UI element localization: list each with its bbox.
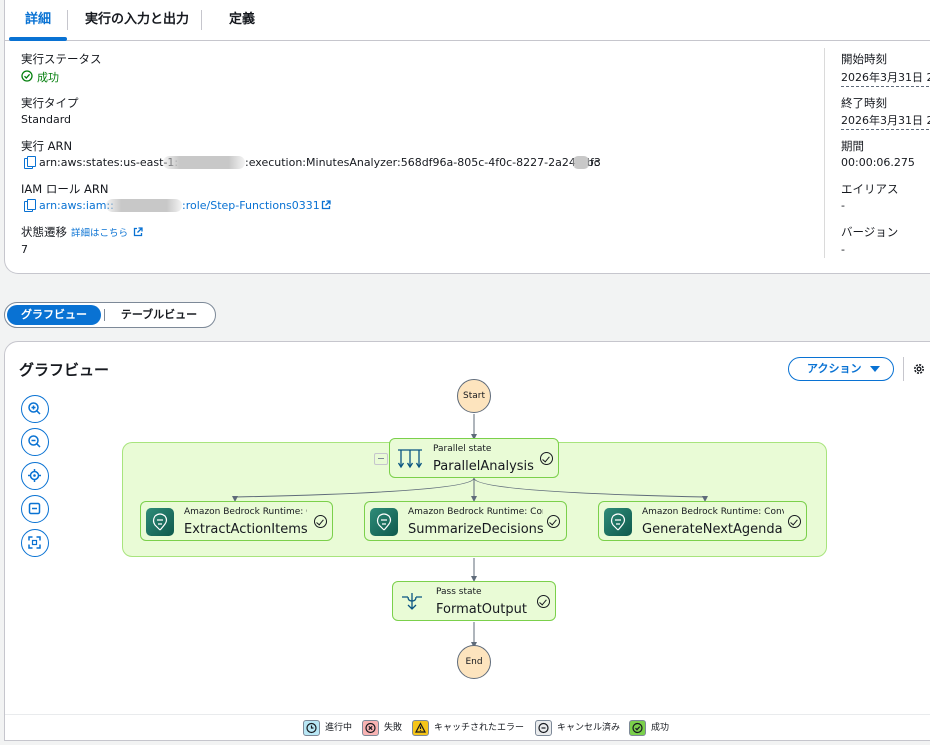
success-check-icon bbox=[788, 515, 801, 528]
transition-label: 状態遷移 bbox=[21, 225, 67, 239]
success-check-icon bbox=[540, 452, 553, 465]
warning-icon bbox=[412, 720, 429, 736]
check-icon bbox=[629, 720, 646, 736]
type-label: 実行タイプ bbox=[21, 96, 79, 110]
arn-prefix: arn:aws:states:us-east-1: bbox=[39, 156, 179, 169]
tab-details[interactable]: 詳細 bbox=[9, 0, 67, 41]
type-value: Standard bbox=[21, 113, 72, 126]
state-name: SummarizeDecisions bbox=[408, 522, 544, 537]
graph-view-toggle[interactable]: グラフビュー bbox=[7, 305, 101, 325]
start-node[interactable]: Start bbox=[457, 379, 491, 413]
pass-state-node[interactable]: Pass state FormatOutput bbox=[392, 581, 556, 621]
workflow-canvas[interactable]: Start Parallel state ParallelAnalysis Am… bbox=[5, 342, 930, 714]
role-arn-link[interactable]: :role/Step-Functions0331 bbox=[182, 199, 320, 212]
copy-icon[interactable] bbox=[24, 199, 36, 212]
graph-panel: グラフビュー アクション Start Parallel state Parall… bbox=[4, 341, 930, 741]
tab-bar: 詳細 実行の入力と出力 定義 bbox=[5, 0, 930, 41]
role-arn-prefix[interactable]: arn:aws:iam:: bbox=[39, 199, 114, 212]
status-value: 成功 bbox=[37, 71, 59, 84]
tab-input-output[interactable]: 実行の入力と出力 bbox=[73, 0, 201, 40]
column-divider bbox=[824, 48, 825, 258]
version-value: - bbox=[841, 243, 845, 256]
parallel-icon bbox=[397, 449, 423, 469]
bedrock-brain-icon bbox=[370, 508, 398, 536]
alias-label: エイリアス bbox=[841, 182, 899, 196]
success-check-icon bbox=[547, 515, 560, 528]
start-time-label: 開始時刻 bbox=[841, 52, 887, 66]
redacted-account-id bbox=[106, 199, 182, 212]
state-type: Pass state bbox=[436, 587, 482, 597]
toggle-divider bbox=[104, 309, 105, 321]
tab-divider bbox=[67, 10, 68, 30]
copy-icon[interactable] bbox=[24, 156, 36, 169]
learn-more-link[interactable]: 詳細はこちら bbox=[71, 225, 128, 239]
minus-icon bbox=[535, 720, 552, 736]
task-state-node[interactable]: Amazon Bedrock Runtime: C ExtractActionI… bbox=[140, 501, 333, 541]
version-label: バージョン bbox=[841, 225, 899, 239]
state-name: GenerateNextAgenda bbox=[642, 522, 783, 537]
clock-icon bbox=[303, 720, 320, 736]
duration-value: 00:00:06.275 bbox=[841, 156, 915, 169]
arn-tail: f3 bbox=[590, 156, 601, 169]
status-label: 実行ステータス bbox=[21, 52, 102, 66]
end-time-value[interactable]: 2026年3月31日 2 bbox=[841, 112, 930, 130]
view-toggle: グラフビュー テーブルビュー bbox=[4, 302, 216, 328]
state-type: Amazon Bedrock Runtime: C bbox=[184, 507, 307, 517]
redacted-account-id bbox=[163, 156, 245, 169]
redacted-text bbox=[572, 156, 590, 169]
end-node[interactable]: End bbox=[457, 645, 491, 679]
state-name: ParallelAnalysis bbox=[433, 459, 534, 474]
external-link-icon bbox=[133, 227, 143, 237]
success-check-icon bbox=[314, 515, 327, 528]
bedrock-brain-icon bbox=[146, 508, 174, 536]
start-time-value[interactable]: 2026年3月31日 2 bbox=[841, 69, 930, 87]
task-state-node[interactable]: Amazon Bedrock Runtime: Conv GenerateNex… bbox=[598, 501, 807, 541]
state-type: Amazon Bedrock Runtime: Conv bbox=[642, 507, 784, 517]
table-view-toggle[interactable]: テーブルビュー bbox=[109, 305, 209, 325]
alias-value: - bbox=[841, 199, 845, 212]
status-legend: 進行中 失敗 キャッチされたエラー キャンセル済み 成功 bbox=[5, 714, 930, 740]
x-icon bbox=[362, 720, 379, 736]
transition-count: 7 bbox=[21, 243, 28, 256]
pass-state-icon bbox=[402, 593, 422, 610]
details-panel: 詳細 実行の入力と出力 定義 実行ステータス 成功 実行タイプ Standard… bbox=[4, 0, 930, 274]
arn-label: 実行 ARN bbox=[21, 139, 73, 153]
duration-label: 期間 bbox=[841, 139, 864, 153]
bedrock-brain-icon bbox=[604, 508, 632, 536]
task-state-node[interactable]: Amazon Bedrock Runtime: Con SummarizeDec… bbox=[364, 501, 567, 541]
state-type: Amazon Bedrock Runtime: Con bbox=[408, 507, 543, 517]
role-arn-label: IAM ロール ARN bbox=[21, 182, 109, 196]
success-check-icon bbox=[537, 595, 550, 608]
state-type: Parallel state bbox=[433, 444, 492, 454]
state-name: FormatOutput bbox=[436, 602, 527, 617]
success-check-icon bbox=[21, 70, 33, 82]
tab-divider bbox=[201, 10, 202, 30]
parallel-state-node[interactable]: Parallel state ParallelAnalysis bbox=[389, 438, 559, 478]
tab-definition[interactable]: 定義 bbox=[207, 0, 277, 40]
end-time-label: 終了時刻 bbox=[841, 96, 887, 110]
arn-suffix: :execution:MinutesAnalyzer:568df96a-805c… bbox=[245, 156, 600, 169]
external-link-icon bbox=[321, 200, 331, 210]
state-name: ExtractActionItems bbox=[184, 522, 308, 537]
